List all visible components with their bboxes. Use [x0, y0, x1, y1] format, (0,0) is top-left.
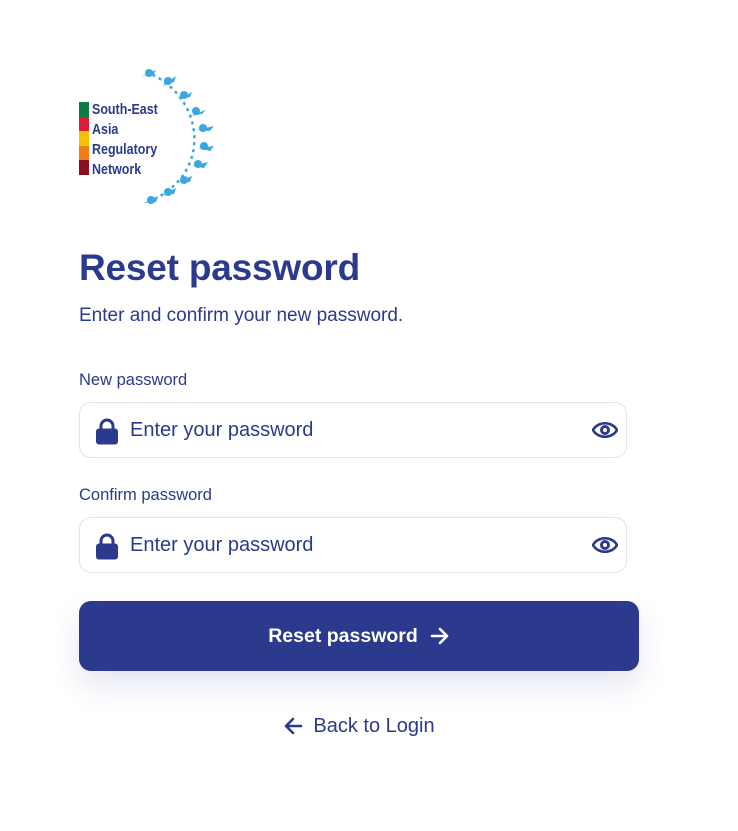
- back-to-login-label: Back to Login: [313, 715, 435, 737]
- arrow-right-icon: [430, 627, 450, 645]
- back-to-login-link[interactable]: Back to Login: [0, 714, 738, 738]
- eye-icon[interactable]: [592, 419, 618, 441]
- logo-bar: [79, 102, 89, 117]
- new-password-input[interactable]: [130, 413, 570, 447]
- sean-logo: South-East Asia Regulatory Network: [79, 64, 219, 209]
- page-title: Reset password: [79, 247, 360, 288]
- new-password-field[interactable]: [79, 402, 627, 458]
- reset-password-button[interactable]: Reset password: [79, 601, 639, 671]
- reset-password-button-label: Reset password: [268, 624, 418, 647]
- logo-bar: [79, 116, 89, 132]
- logo-color-bars: [79, 102, 89, 175]
- arrow-left-icon: [283, 717, 303, 735]
- lock-icon: [96, 533, 118, 560]
- confirm-password-label: Confirm password: [79, 486, 212, 504]
- confirm-password-input[interactable]: [130, 528, 570, 562]
- new-password-label: New password: [79, 371, 188, 389]
- lock-icon: [96, 418, 118, 445]
- logo-bar: [79, 160, 89, 175]
- eye-icon[interactable]: [592, 534, 618, 556]
- logo-bar: [79, 145, 89, 161]
- logo-bar: [79, 131, 89, 146]
- network-people-arc-icon: [142, 69, 214, 204]
- page-subtitle: Enter and confirm your new password.: [79, 305, 404, 326]
- confirm-password-field[interactable]: [79, 517, 627, 573]
